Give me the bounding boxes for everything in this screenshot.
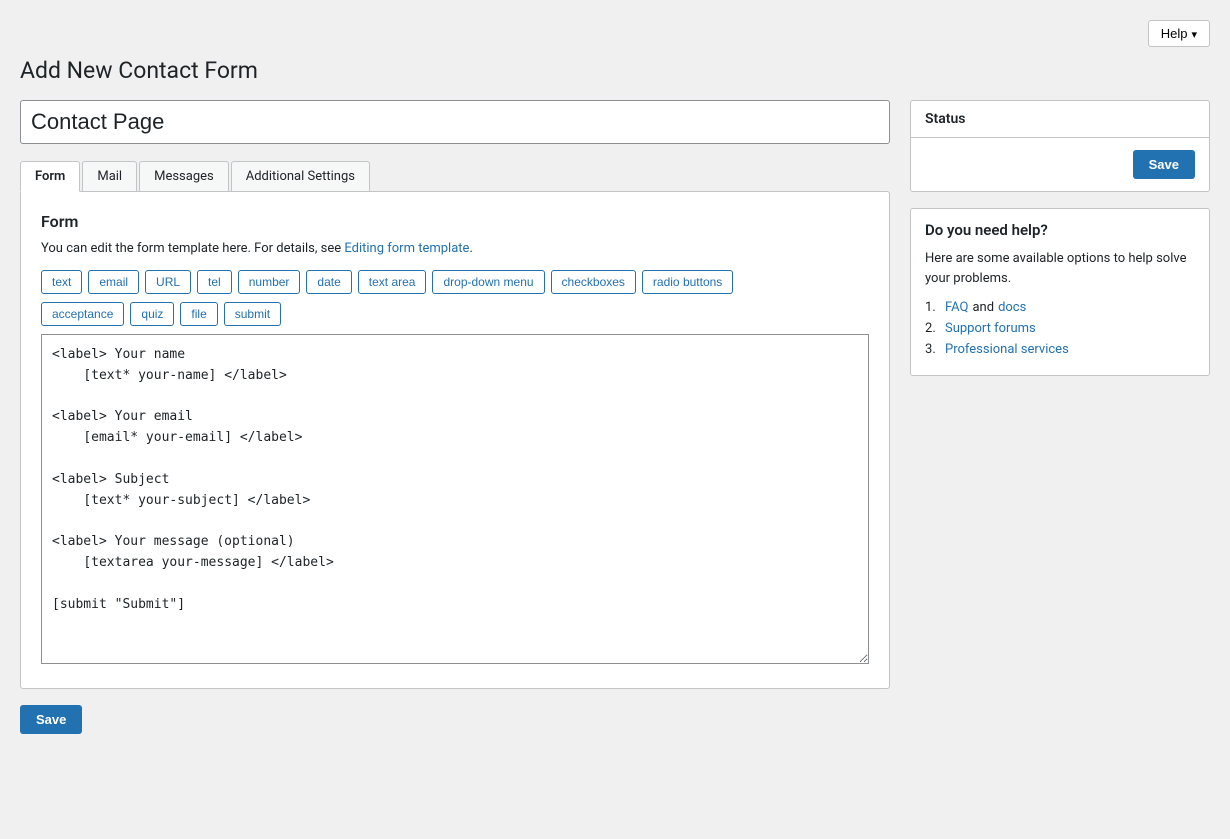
form-description: You can edit the form template here. For…: [41, 241, 869, 256]
sidebar-save-button[interactable]: Save: [1133, 150, 1195, 179]
tag-btn-date[interactable]: date: [306, 270, 351, 294]
docs-link[interactable]: docs: [998, 300, 1026, 315]
help-list: FAQ and docs Support forums Professional…: [925, 300, 1195, 357]
tag-btn-radio[interactable]: radio buttons: [642, 270, 733, 294]
bottom-save-button[interactable]: Save: [20, 705, 82, 734]
tag-btn-tel[interactable]: tel: [197, 270, 232, 294]
help-description: Here are some available options to help …: [925, 249, 1195, 288]
tag-btn-number[interactable]: number: [238, 270, 301, 294]
help-list-item-2: Support forums: [925, 321, 1195, 336]
tab-mail[interactable]: Mail: [82, 161, 137, 192]
status-box-header: Status: [911, 101, 1209, 138]
tab-form[interactable]: Form: [20, 161, 80, 192]
help-section-title: Do you need help?: [925, 221, 1195, 239]
tag-btn-url[interactable]: URL: [145, 270, 191, 294]
tag-btn-text[interactable]: text: [41, 270, 82, 294]
help-box: Do you need help? Here are some availabl…: [910, 208, 1210, 376]
tag-btn-checkboxes[interactable]: checkboxes: [551, 270, 636, 294]
tab-messages[interactable]: Messages: [139, 161, 229, 192]
professional-services-link[interactable]: Professional services: [945, 342, 1069, 357]
tag-btn-file[interactable]: file: [180, 302, 217, 326]
tag-buttons-row2: acceptance quiz file submit: [41, 302, 869, 326]
form-panel: Form You can edit the form template here…: [20, 191, 890, 689]
help-button[interactable]: Help: [1148, 20, 1210, 47]
page-title: Add New Contact Form: [20, 57, 1210, 84]
status-box-content: Save: [911, 138, 1209, 191]
help-label: Help: [1161, 26, 1188, 41]
status-box: Status Save: [910, 100, 1210, 192]
sidebar: Status Save Do you need help? Here are s…: [910, 100, 1210, 392]
form-title-input[interactable]: [20, 100, 890, 144]
help-box-content: Do you need help? Here are some availabl…: [911, 209, 1209, 375]
tag-btn-quiz[interactable]: quiz: [130, 302, 174, 326]
form-section-title: Form: [41, 212, 869, 231]
help-list-item-3: Professional services: [925, 342, 1195, 357]
help-list-item-1: FAQ and docs: [925, 300, 1195, 315]
support-forums-link[interactable]: Support forums: [945, 321, 1036, 336]
tag-btn-acceptance[interactable]: acceptance: [41, 302, 124, 326]
tag-btn-email[interactable]: email: [88, 270, 139, 294]
tab-additional-settings[interactable]: Additional Settings: [231, 161, 370, 192]
editing-form-template-link[interactable]: Editing form template: [344, 241, 469, 256]
tabs-list: Form Mail Messages Additional Settings: [20, 160, 890, 191]
faq-link[interactable]: FAQ: [945, 300, 968, 315]
form-template-textarea[interactable]: <label> Your name [text* your-name] </la…: [41, 334, 869, 664]
tabs-container: Form Mail Messages Additional Settings F…: [20, 160, 890, 689]
tag-btn-textarea[interactable]: text area: [358, 270, 427, 294]
tag-btn-dropdown[interactable]: drop-down menu: [432, 270, 544, 294]
tag-buttons-row1: text email URL tel number date text area…: [41, 270, 869, 294]
chevron-down-icon: [1191, 26, 1197, 41]
tag-btn-submit[interactable]: submit: [224, 302, 281, 326]
